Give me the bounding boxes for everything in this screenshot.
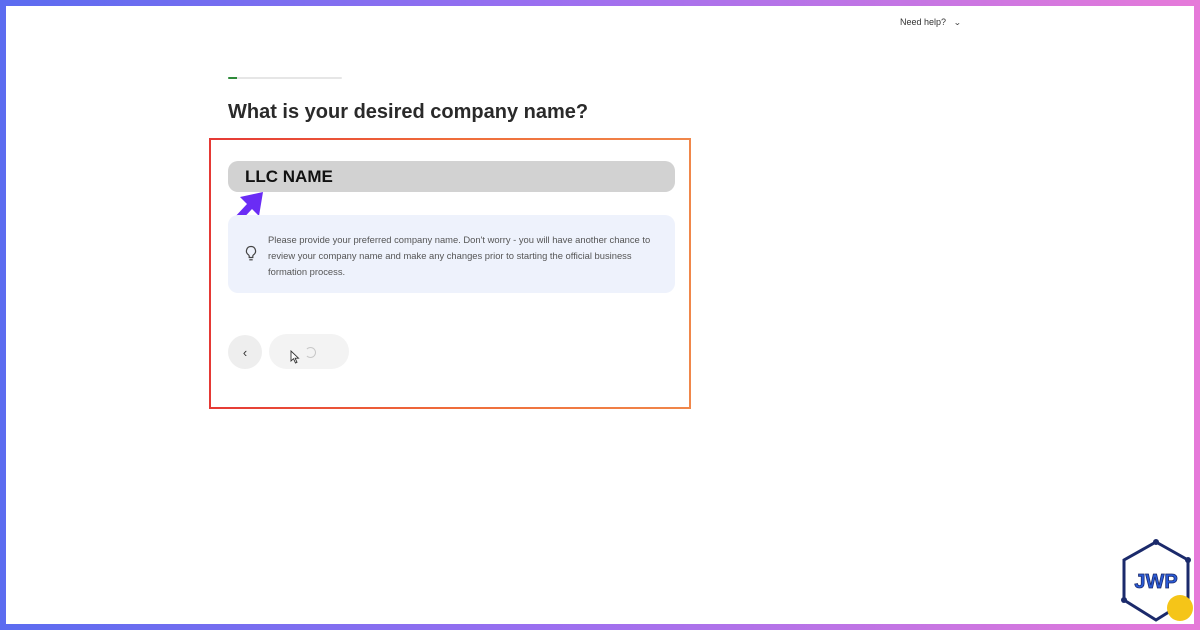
jwp-logo: JWP: [1121, 539, 1193, 622]
company-name-value: LLC NAME: [245, 166, 333, 186]
back-button[interactable]: ‹: [228, 335, 262, 369]
loading-spinner-icon: [305, 347, 316, 358]
tip-box: Please provide your preferred company na…: [228, 215, 675, 293]
page-title: What is your desired company name?: [228, 101, 589, 123]
need-help-label: Need help?: [900, 17, 947, 27]
mouse-cursor-icon: [290, 350, 300, 364]
need-help-menu[interactable]: Need help? ⌄: [900, 17, 961, 27]
chevron-down-icon: ⌄: [953, 17, 962, 27]
progress-fill: [228, 77, 238, 79]
progress-bar: [228, 77, 342, 79]
svg-text:JWP: JWP: [1134, 571, 1177, 593]
tip-text: Please provide your preferred company na…: [268, 234, 651, 277]
lightbulb-icon: [245, 245, 257, 261]
chevron-left-icon: ‹: [242, 344, 248, 360]
page-frame: Need help? ⌄ What is your desired compan…: [6, 6, 1194, 624]
company-name-input[interactable]: LLC NAME: [228, 161, 675, 192]
